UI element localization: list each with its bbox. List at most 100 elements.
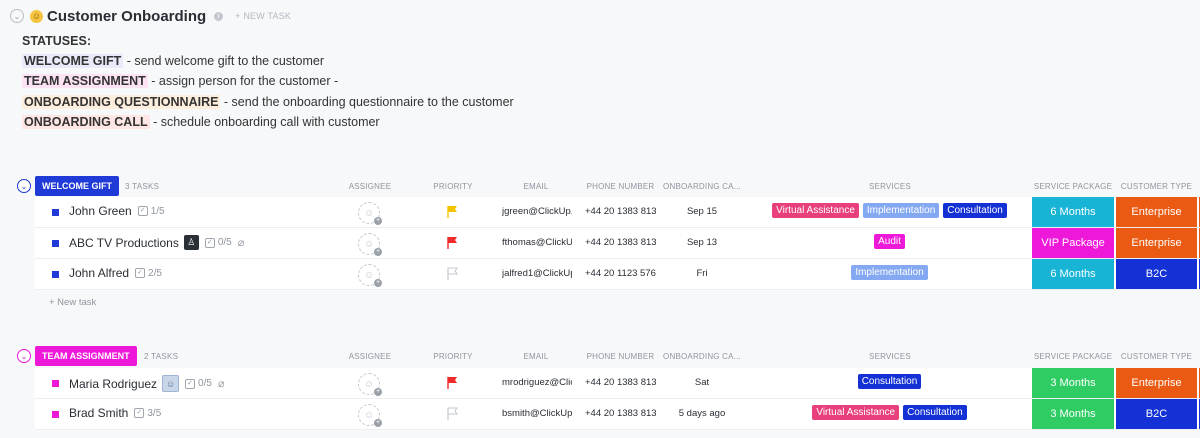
flag-icon[interactable] bbox=[447, 205, 459, 219]
column-header-customer-type[interactable]: CUSTOMER TYPE bbox=[1116, 352, 1197, 361]
table-row[interactable]: Maria Rodriguez ☺ ✓ 0/5 ⌀ ☺ + mrodriguez@C… bbox=[35, 368, 1200, 399]
status-square[interactable] bbox=[52, 209, 59, 216]
service-chip[interactable]: Consultation bbox=[943, 203, 1007, 218]
services-cell[interactable]: Implementation bbox=[747, 265, 1032, 280]
email-cell[interactable]: jgreen@ClickUp. bbox=[502, 206, 572, 217]
flag-icon[interactable] bbox=[447, 267, 459, 281]
task-name[interactable]: Maria Rodriguez bbox=[69, 377, 157, 391]
task-name[interactable]: ABC TV Productions bbox=[69, 236, 179, 250]
phone-cell[interactable]: +44 20 1383 813 bbox=[585, 237, 657, 248]
task-name[interactable]: John Alfred bbox=[69, 266, 129, 280]
column-header-assignee[interactable]: ASSIGNEE bbox=[340, 352, 400, 361]
column-header-email[interactable]: EMAIL bbox=[506, 182, 566, 191]
table-row[interactable]: Brad Smith ✓ 3/5 ☺ + bsmith@ClickUp. +44 2… bbox=[35, 399, 1200, 430]
column-header-phone[interactable]: PHONE NUMBER bbox=[583, 352, 658, 361]
customer-type-cell[interactable]: Enterprise bbox=[1116, 368, 1197, 398]
flag-icon[interactable] bbox=[447, 376, 459, 390]
email-cell[interactable]: jalfred1@ClickUp bbox=[502, 268, 572, 279]
onboarding-call-cell[interactable]: Sep 15 bbox=[662, 206, 742, 217]
column-header-assignee[interactable]: ASSIGNEE bbox=[340, 182, 400, 191]
services-cell[interactable]: Virtual Assistance Consultation bbox=[747, 405, 1032, 420]
service-package-cell[interactable]: 6 Months bbox=[1032, 259, 1114, 289]
subtask-count[interactable]: ✓ 0/5 bbox=[185, 378, 212, 389]
chevron-down-icon[interactable]: ⌄ bbox=[10, 9, 24, 23]
subtask-count[interactable]: ✓ 2/5 bbox=[135, 268, 162, 279]
email-cell[interactable]: fthomas@ClickUp bbox=[502, 237, 572, 248]
paperclip-icon[interactable]: ⌀ bbox=[238, 236, 245, 249]
service-package-cell[interactable]: 3 Months bbox=[1032, 368, 1114, 398]
status-tag: TEAM ASSIGNMENT bbox=[22, 74, 148, 89]
customer-type-cell[interactable]: Enterprise bbox=[1116, 228, 1197, 258]
service-package-cell[interactable]: 3 Months bbox=[1032, 399, 1114, 429]
column-header-priority[interactable]: PRIORITY bbox=[423, 352, 483, 361]
avatar[interactable]: ♙ bbox=[183, 235, 199, 250]
services-cell[interactable]: Audit bbox=[747, 234, 1032, 249]
phone-cell[interactable]: +44 20 1123 576 bbox=[585, 268, 657, 279]
service-chip[interactable]: Virtual Assistance bbox=[772, 203, 859, 218]
service-chip[interactable]: Implementation bbox=[862, 203, 940, 218]
chevron-down-icon[interactable]: ⌄ bbox=[17, 179, 31, 193]
service-package-cell[interactable]: 6 Months bbox=[1032, 197, 1114, 227]
checkbox-icon: ✓ bbox=[135, 268, 146, 278]
column-header-email[interactable]: EMAIL bbox=[506, 352, 566, 361]
column-header-services[interactable]: SERVICES bbox=[840, 352, 940, 361]
add-assignee-icon[interactable]: ☺ + bbox=[358, 373, 382, 396]
service-chip[interactable]: Virtual Assistance bbox=[812, 405, 900, 420]
phone-cell[interactable]: +44 20 1383 813 bbox=[585, 408, 657, 419]
new-task-button[interactable]: + NEW TASK bbox=[235, 11, 291, 21]
add-assignee-icon[interactable]: ☺ + bbox=[358, 202, 382, 225]
info-icon[interactable]: i bbox=[214, 11, 224, 21]
column-header-package[interactable]: SERVICE PACKAGE bbox=[1032, 182, 1114, 191]
flag-icon[interactable] bbox=[447, 236, 459, 250]
status-square[interactable] bbox=[52, 380, 59, 387]
customer-type-cell[interactable]: B2C bbox=[1116, 259, 1197, 289]
task-name[interactable]: John Green bbox=[69, 204, 132, 218]
service-chip[interactable]: Audit bbox=[874, 234, 905, 249]
customer-type-cell[interactable]: Enterprise bbox=[1116, 197, 1197, 227]
column-header-customer-type[interactable]: CUSTOMER TYPE bbox=[1116, 182, 1197, 191]
status-square[interactable] bbox=[52, 411, 59, 418]
column-header-phone[interactable]: PHONE NUMBER bbox=[583, 182, 658, 191]
subtask-count[interactable]: ✓ 1/5 bbox=[137, 206, 165, 217]
customer-type-cell[interactable]: B2C bbox=[1116, 399, 1197, 429]
onboarding-call-cell[interactable]: Sat bbox=[662, 377, 742, 388]
column-header-onboarding[interactable]: ONBOARDING CA... bbox=[661, 182, 743, 191]
new-task-row-button[interactable]: + New task bbox=[49, 297, 96, 308]
table-row[interactable]: John Alfred ✓ 2/5 ☺ + jalfred1@ClickUp +44… bbox=[35, 259, 1200, 290]
service-chip[interactable]: Consultation bbox=[857, 374, 922, 389]
column-header-services[interactable]: SERVICES bbox=[840, 182, 940, 191]
avatar[interactable]: ☺ bbox=[162, 375, 180, 392]
table-row[interactable]: ABC TV Productions ♙ ✓ 0/5 ⌀ ☺ + fthomas@C… bbox=[35, 228, 1200, 259]
onboarding-call-cell[interactable]: 5 days ago bbox=[662, 408, 742, 419]
subtask-count[interactable]: ✓ 0/5 bbox=[204, 237, 232, 248]
status-text: - send the onboarding questionnaire to t… bbox=[220, 94, 514, 109]
email-cell[interactable]: bsmith@ClickUp. bbox=[502, 408, 572, 419]
task-name-cell: John Alfred ✓ 2/5 bbox=[69, 266, 162, 280]
phone-cell[interactable]: +44 20 1383 813 bbox=[585, 377, 657, 388]
group-status-pill[interactable]: TEAM ASSIGNMENT bbox=[35, 346, 137, 366]
group-status-pill[interactable]: WELCOME GIFT bbox=[35, 176, 119, 196]
onboarding-call-cell[interactable]: Fri bbox=[662, 268, 742, 279]
paperclip-icon[interactable]: ⌀ bbox=[218, 377, 225, 390]
column-header-package[interactable]: SERVICE PACKAGE bbox=[1032, 352, 1114, 361]
flag-icon[interactable] bbox=[447, 407, 459, 421]
service-chip[interactable]: Implementation bbox=[851, 265, 928, 280]
status-square[interactable] bbox=[52, 271, 59, 278]
phone-cell[interactable]: +44 20 1383 813 bbox=[585, 206, 657, 217]
status-square[interactable] bbox=[52, 240, 59, 247]
email-cell[interactable]: mrodriguez@Clic bbox=[502, 377, 572, 388]
add-assignee-icon[interactable]: ☺ + bbox=[358, 264, 382, 287]
subtask-count[interactable]: ✓ 3/5 bbox=[134, 408, 161, 419]
column-header-priority[interactable]: PRIORITY bbox=[423, 182, 483, 191]
service-chip[interactable]: Consultation bbox=[903, 405, 967, 420]
add-assignee-icon[interactable]: ☺ + bbox=[358, 404, 382, 427]
services-cell[interactable]: Consultation bbox=[747, 374, 1032, 389]
onboarding-call-cell[interactable]: Sep 13 bbox=[662, 237, 742, 248]
task-name[interactable]: Brad Smith bbox=[69, 406, 128, 420]
column-header-onboarding[interactable]: ONBOARDING CA... bbox=[661, 352, 743, 361]
add-assignee-icon[interactable]: ☺ + bbox=[358, 233, 382, 256]
service-package-cell[interactable]: VIP Package bbox=[1032, 228, 1114, 258]
services-cell[interactable]: Virtual Assistance Implementation Consul… bbox=[747, 203, 1032, 218]
chevron-down-icon[interactable]: ⌄ bbox=[17, 349, 31, 363]
table-row[interactable]: John Green ✓ 1/5 ☺ + jgreen@ClickUp. +44 2… bbox=[35, 197, 1200, 228]
